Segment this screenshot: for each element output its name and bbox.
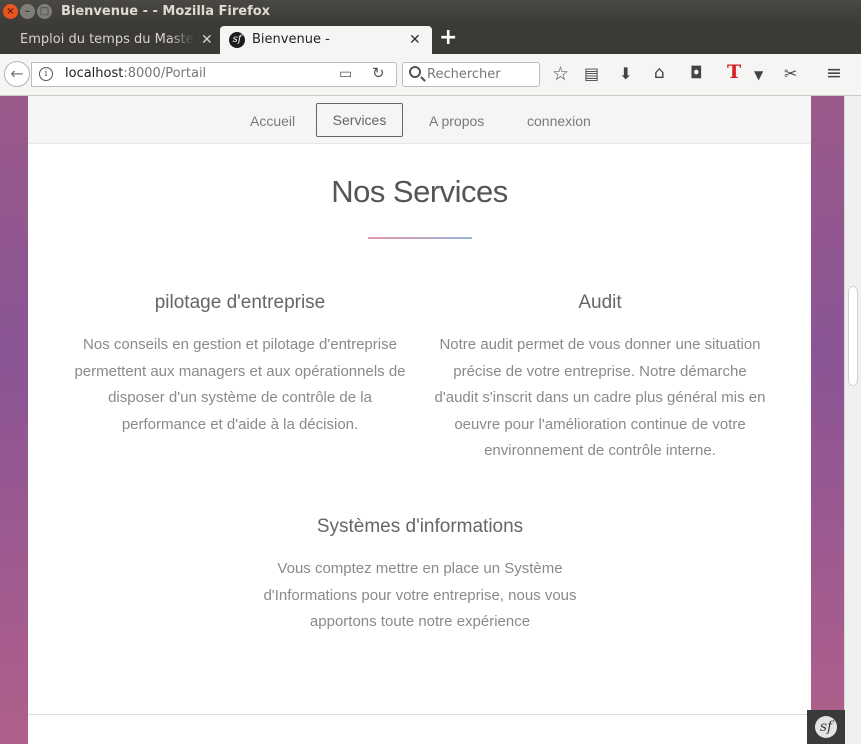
service-title-audit: Audit bbox=[578, 292, 622, 313]
tab-emploi-du-temps[interactable]: Emploi du temps du Master GL ✕ bbox=[0, 26, 220, 54]
nav-services[interactable]: Services bbox=[316, 103, 403, 137]
tab-label: Bienvenue - bbox=[252, 32, 330, 47]
service-title-si: Systèmes d'informations bbox=[316, 516, 524, 537]
section-title: Nos Services bbox=[331, 174, 508, 209]
window-maximize-icon[interactable]: □ bbox=[37, 4, 52, 19]
reload-icon[interactable]: ↻ bbox=[372, 64, 385, 82]
nav-a-propos[interactable]: A propos bbox=[429, 113, 484, 129]
search-icon bbox=[409, 66, 421, 78]
title-divider bbox=[368, 237, 472, 239]
home-icon[interactable]: ⌂ bbox=[654, 63, 665, 83]
hamburger-menu-icon[interactable]: ≡ bbox=[826, 63, 842, 83]
download-icon[interactable]: ⬇ bbox=[619, 64, 632, 84]
search-bar[interactable]: Rechercher bbox=[402, 62, 540, 87]
page-viewport: Accueil Services A propos connexion Nos … bbox=[0, 96, 861, 744]
tab-bienvenue[interactable]: sf Bienvenue - ✕ bbox=[220, 26, 432, 54]
back-arrow-icon[interactable]: ← bbox=[4, 61, 30, 87]
library-icon[interactable]: ▤ bbox=[584, 64, 599, 84]
chevron-down-icon[interactable]: ▼ bbox=[754, 65, 763, 85]
scrollbar-thumb[interactable] bbox=[848, 286, 858, 386]
nav-accueil[interactable]: Accueil bbox=[250, 113, 295, 129]
symfony-toolbar-toggle[interactable]: sf bbox=[807, 710, 845, 744]
browser-navbar: ← i localhost:8000/Portail ▭ ↻ Recherche… bbox=[0, 54, 861, 96]
tab-strip: Emploi du temps du Master GL ✕ sf Bienve… bbox=[0, 24, 861, 54]
tab-close-icon[interactable]: ✕ bbox=[409, 27, 421, 53]
addon-t-icon[interactable]: T bbox=[727, 62, 741, 82]
tab-close-icon[interactable]: ✕ bbox=[201, 27, 213, 53]
site-navigation: Accueil Services A propos connexion bbox=[28, 96, 811, 144]
window-titlebar: × – □ Bienvenue - - Mozilla Firefox bbox=[0, 0, 861, 24]
content-card: Accueil Services A propos connexion Nos … bbox=[28, 96, 811, 744]
info-icon[interactable]: i bbox=[39, 67, 53, 81]
section-bottom-rule bbox=[28, 714, 811, 715]
nav-connexion[interactable]: connexion bbox=[527, 113, 591, 129]
bookmark-star-icon[interactable]: ☆ bbox=[552, 64, 569, 84]
page-scrollbar[interactable] bbox=[844, 96, 861, 744]
service-text-pilotage: Nos conseils en gestion et pilotage d'en… bbox=[74, 336, 406, 433]
url-bar[interactable]: i localhost:8000/Portail ▭ ↻ bbox=[31, 62, 397, 87]
window-close-icon[interactable]: × bbox=[3, 4, 18, 19]
symfony-icon: sf bbox=[815, 716, 837, 738]
symfony-favicon-icon: sf bbox=[229, 32, 245, 48]
search-placeholder: Rechercher bbox=[427, 67, 501, 82]
window-title: Bienvenue - - Mozilla Firefox bbox=[61, 4, 271, 19]
pocket-icon[interactable]: ◘ bbox=[690, 63, 703, 83]
reader-view-icon[interactable]: ▭ bbox=[339, 66, 352, 82]
service-title-pilotage: pilotage d'entreprise bbox=[154, 292, 326, 313]
screenshot-icon[interactable]: ✂ bbox=[784, 64, 797, 84]
tab-label: Emploi du temps du Master GL bbox=[20, 32, 195, 47]
new-tab-plus-icon[interactable]: + bbox=[439, 26, 457, 50]
window-minimize-icon[interactable]: – bbox=[20, 4, 35, 19]
service-text-audit: Notre audit permet de vous donner une si… bbox=[434, 336, 766, 459]
service-text-si: Vous comptez mettre en place un Système … bbox=[263, 560, 577, 630]
url-text: localhost:8000/Portail bbox=[65, 66, 207, 81]
